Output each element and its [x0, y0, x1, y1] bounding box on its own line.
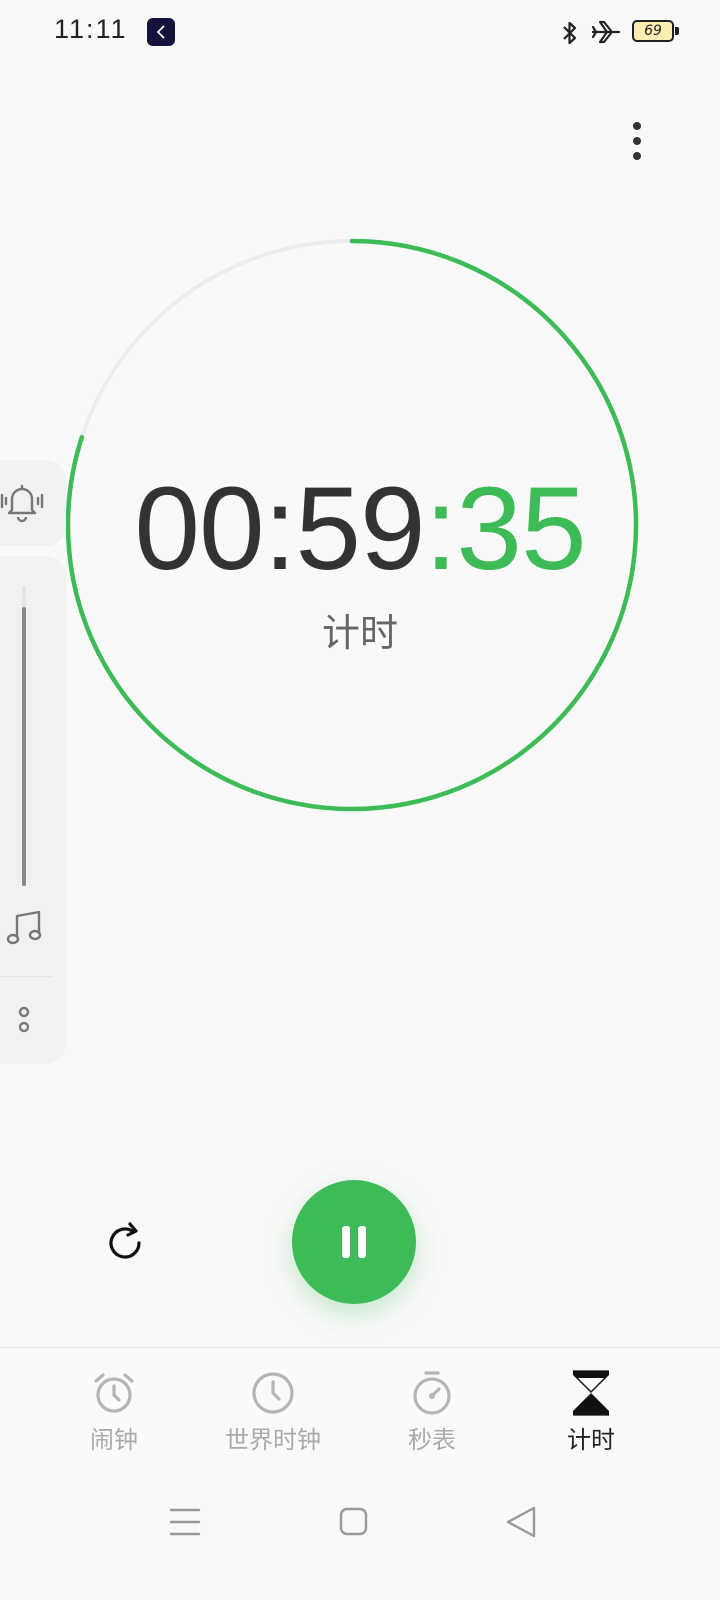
- more-vertical-icon[interactable]: [14, 1004, 34, 1040]
- tab-world-clock[interactable]: 世界时钟: [203, 1370, 343, 1460]
- app-badge-icon: [147, 18, 175, 46]
- battery-tip: [675, 27, 679, 35]
- battery-icon: 69: [632, 20, 674, 42]
- bottom-nav: 闹钟 世界时钟 秒表 计时: [0, 1347, 720, 1467]
- pause-button[interactable]: [292, 1180, 416, 1304]
- tab-label: 闹钟: [90, 1426, 138, 1454]
- volume-slider[interactable]: [22, 586, 26, 886]
- status-icons: 69: [520, 0, 720, 66]
- more-dot: [633, 137, 641, 145]
- reset-icon: [98, 1222, 152, 1274]
- back-icon: [496, 1506, 546, 1546]
- tab-alarm[interactable]: 闹钟: [44, 1370, 184, 1460]
- system-nav: [0, 1480, 720, 1600]
- bluetooth-icon: [560, 20, 580, 50]
- menu-icon: [160, 1508, 210, 1546]
- timer-label: 计时: [321, 611, 398, 655]
- back-button[interactable]: [496, 1502, 546, 1542]
- side-divider: [0, 976, 52, 977]
- pause-bar: [358, 1226, 366, 1258]
- hourglass-icon: [521, 1370, 661, 1416]
- pause-bar: [342, 1226, 350, 1258]
- tab-label: 秒表: [408, 1426, 456, 1454]
- stopwatch-icon: [362, 1370, 502, 1416]
- more-options-button[interactable]: [622, 118, 652, 164]
- menu-button[interactable]: [160, 1502, 210, 1542]
- world-clock-icon: [203, 1370, 343, 1416]
- alarm-clock-icon: [44, 1370, 184, 1416]
- status-bar: 11:11 69: [0, 0, 720, 66]
- home-icon: [328, 1507, 378, 1546]
- battery-level: 69: [644, 23, 662, 39]
- timer-readout: 00:59:35: [0, 470, 720, 588]
- volume-slider-fill: [22, 607, 26, 886]
- status-time: 11:11: [54, 14, 128, 44]
- tab-stopwatch[interactable]: 秒表: [362, 1370, 502, 1460]
- tab-label: 计时: [567, 1426, 615, 1454]
- music-note-icon[interactable]: [4, 910, 44, 950]
- more-dot: [633, 152, 641, 160]
- reset-button[interactable]: [98, 1216, 152, 1270]
- more-dot: [633, 122, 641, 130]
- timer-seconds: :35: [424, 463, 587, 595]
- ring-toggle-button[interactable]: [0, 460, 66, 546]
- side-panel: [0, 556, 66, 1064]
- home-button[interactable]: [328, 1502, 378, 1542]
- tab-timer[interactable]: 计时: [521, 1370, 661, 1460]
- airplane-mode-icon: [590, 18, 622, 50]
- timer-hours-minutes: 00:59: [134, 463, 425, 595]
- bell-ringing-icon: [0, 480, 46, 528]
- tab-label: 世界时钟: [225, 1426, 321, 1454]
